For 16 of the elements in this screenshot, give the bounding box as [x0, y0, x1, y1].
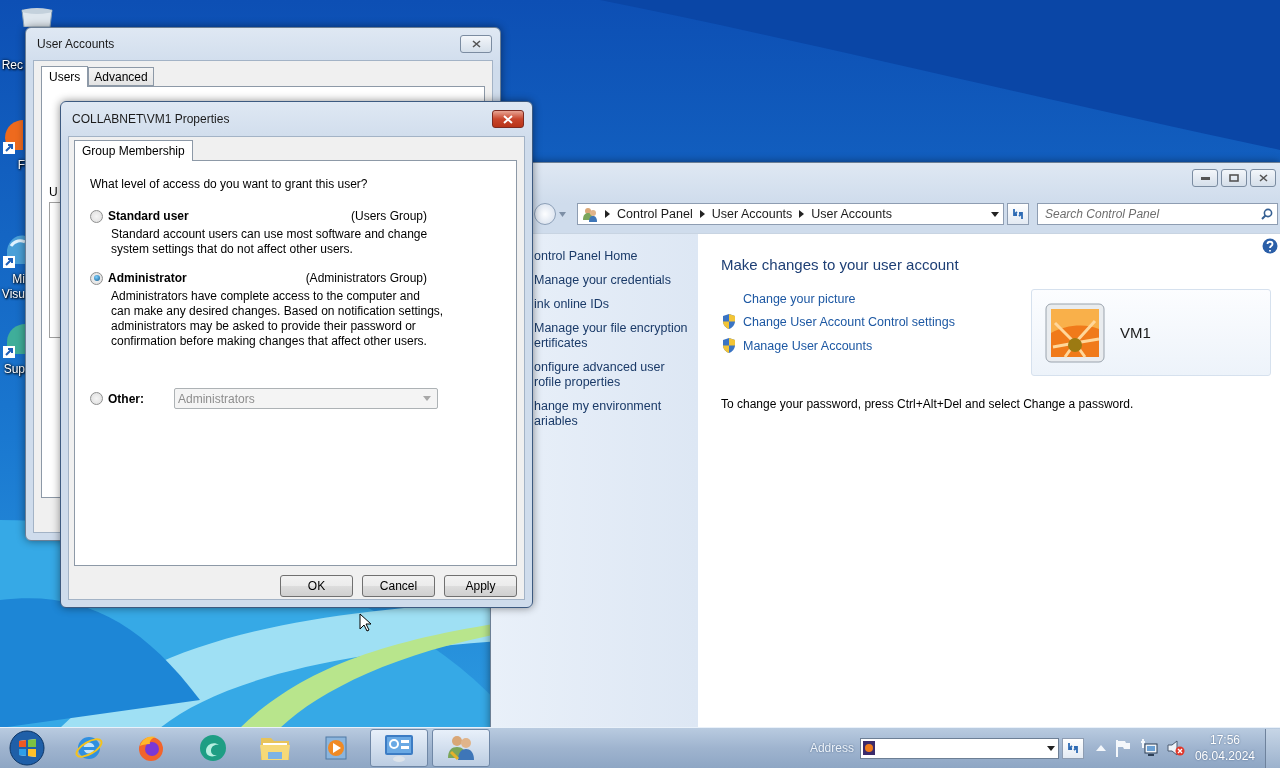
speaker-muted-icon[interactable]: [1166, 739, 1185, 757]
swirl-icon: [198, 733, 228, 763]
page-icon: [862, 741, 875, 755]
dropdown-caret-icon: [1046, 745, 1055, 751]
taskbar-app-button[interactable]: [432, 729, 490, 767]
address-field[interactable]: [859, 737, 1059, 759]
start-button[interactable]: [7, 729, 47, 767]
monitor-icon: [383, 732, 415, 764]
flame-globe-icon: [136, 733, 166, 763]
refresh-icon: [1065, 741, 1080, 755]
network-icon[interactable]: [1139, 739, 1158, 757]
flag-icon[interactable]: [1114, 739, 1131, 757]
address-label: Address: [809, 741, 854, 755]
taskbar-app-button[interactable]: [370, 729, 428, 767]
go-button[interactable]: [1061, 737, 1084, 759]
show-desktop-button[interactable]: [1265, 728, 1280, 768]
